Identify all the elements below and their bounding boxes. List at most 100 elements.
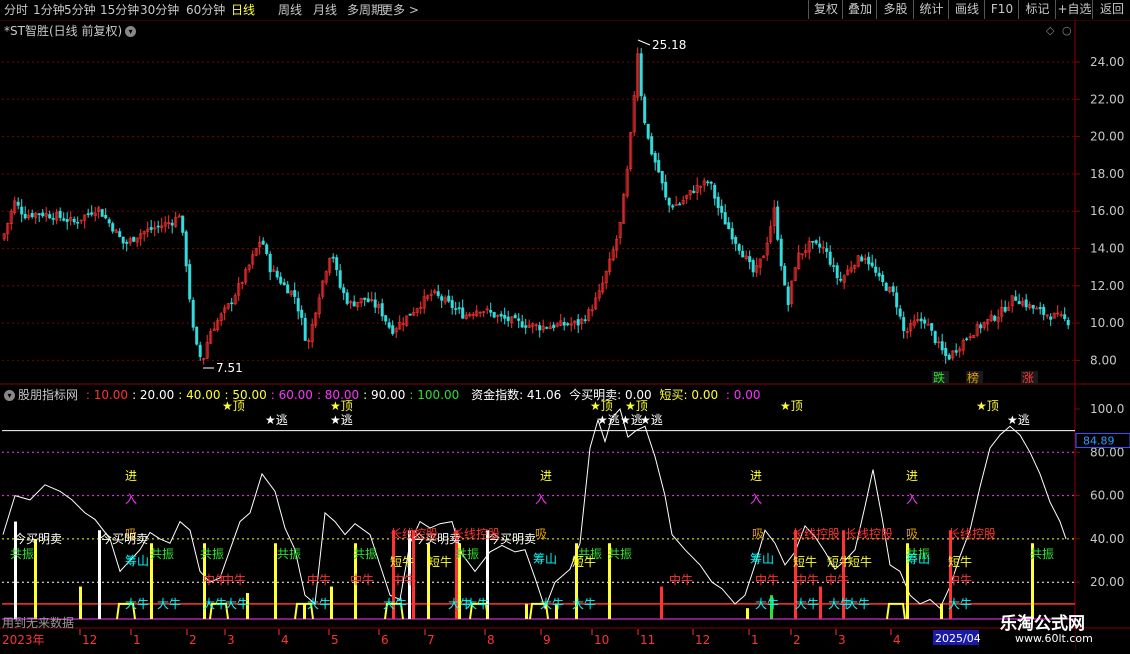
level-2: : 40.00: [178, 388, 221, 402]
low-price-label: 7.51: [216, 361, 243, 375]
month-8: 8: [487, 633, 495, 647]
candle-body: [517, 318, 521, 321]
signal-bar: [746, 608, 749, 620]
candle-body: [279, 276, 283, 284]
indicator-header: ▾ 股朋指标网 : 10.00: 20.00: 40.00: 50.00: 60.…: [4, 386, 765, 403]
osc-tick-label: 40.00: [1090, 532, 1124, 546]
signal-label-30: 共振: [200, 547, 224, 561]
buy-sell-value: 今买明卖: 0.00: [569, 388, 652, 402]
signal-bar: [303, 603, 306, 620]
candle-body: [923, 319, 927, 324]
candle-body: [65, 219, 69, 222]
month-1: 1: [133, 633, 141, 647]
candle-body: [828, 251, 832, 265]
candle-body: [881, 274, 885, 283]
month-3: 3: [227, 633, 235, 647]
candle-body: [58, 210, 62, 218]
signal-bar: [819, 586, 822, 620]
candle-body: [30, 212, 34, 218]
chevron-down-icon[interactable]: ▾: [4, 390, 15, 401]
signal-label-44: 大牛: [203, 596, 227, 611]
candle-body: [23, 213, 27, 219]
signal-label-56: 大牛: [948, 596, 972, 611]
candle-body: [814, 240, 818, 244]
candle-body: [191, 299, 195, 328]
month-6: 6: [381, 633, 389, 647]
candle-body: [1024, 299, 1028, 308]
candle-body: [919, 318, 923, 322]
candle-body: [653, 152, 657, 163]
signal-label-37: 共振: [1030, 547, 1054, 561]
signal-bar: [34, 538, 37, 620]
candle-body: [62, 218, 66, 221]
candle-body: [933, 331, 937, 343]
candle-body: [195, 326, 199, 345]
signal-label-59: 中牛: [307, 572, 331, 587]
date-end: 2025/04: [935, 632, 981, 645]
candle-body: [440, 296, 444, 301]
candle-body: [282, 282, 286, 286]
candle-body: [1017, 301, 1021, 305]
signal-label-1: 进: [540, 469, 552, 483]
price-tick-label: 14.00: [1090, 242, 1124, 256]
price-tick-label: 16.00: [1090, 204, 1124, 218]
candle-body: [286, 284, 290, 294]
candle-body: [51, 218, 55, 220]
candle-body: [100, 209, 104, 217]
circle-icon: ○: [1062, 24, 1072, 37]
candle-body: [650, 136, 654, 155]
month-4: 4: [281, 633, 289, 647]
signal-label-63: 中牛: [755, 572, 779, 587]
price-tick-label: 20.00: [1090, 130, 1124, 144]
candle-body: [667, 197, 671, 206]
candle-body: [261, 240, 265, 245]
candle-body: [930, 323, 934, 331]
candle-body: [513, 314, 517, 319]
candle-body: [363, 297, 367, 300]
candle-body: [275, 270, 279, 278]
signal-label-66: 中牛: [948, 572, 972, 587]
candle-body: [713, 184, 717, 199]
indicator-name: 股朋指标网: [18, 388, 79, 402]
signal-label-12: ★逃: [265, 413, 288, 427]
price-tick-label: 22.00: [1090, 92, 1124, 106]
candle-body: [954, 350, 958, 353]
candle-body: [1031, 304, 1035, 309]
candle-body: [345, 292, 349, 304]
osc-tick-label: 60.00: [1090, 489, 1124, 503]
current-value: 84.89: [1083, 434, 1115, 447]
candle-body: [366, 298, 370, 303]
candle-body: [111, 223, 115, 232]
candle-body: [188, 264, 192, 300]
fund-index: 资金指数: 41.06: [471, 388, 562, 402]
chart-area[interactable]: 24.00 22.00 20.00 18.00 16.00 14.00 12.00 10.00…: [0, 0, 1130, 654]
signal-label-75: 长线控股: [452, 527, 500, 541]
candle-body: [692, 190, 696, 193]
level-1: : 20.00: [132, 388, 175, 402]
high-pointer: [637, 39, 651, 46]
month-0: 12: [82, 633, 97, 647]
price-tick-label: 18.00: [1090, 167, 1124, 181]
month-2: 2: [189, 633, 197, 647]
candle-body: [877, 272, 881, 277]
signal-label-61: 中牛: [392, 572, 416, 587]
signal-bar: [525, 603, 528, 620]
candle-body: [198, 344, 202, 357]
candle-body: [566, 323, 570, 326]
candle-body: [335, 257, 339, 270]
candle-body: [450, 300, 454, 309]
candle-body: [727, 222, 731, 230]
candle-body: [895, 292, 899, 308]
candle-body: [860, 256, 864, 262]
candle-body: [671, 205, 675, 208]
candle-body: [583, 319, 587, 321]
level-6: : 90.00: [363, 388, 406, 402]
candle-body: [48, 214, 52, 219]
month-15: 3: [838, 633, 846, 647]
candle-body: [646, 123, 650, 139]
candle-body: [303, 317, 307, 341]
candle-body: [380, 303, 384, 317]
signal-label-11: 吸: [906, 527, 918, 541]
candle-body: [776, 206, 780, 240]
watermark-url: www.60lt.com: [1015, 632, 1093, 645]
